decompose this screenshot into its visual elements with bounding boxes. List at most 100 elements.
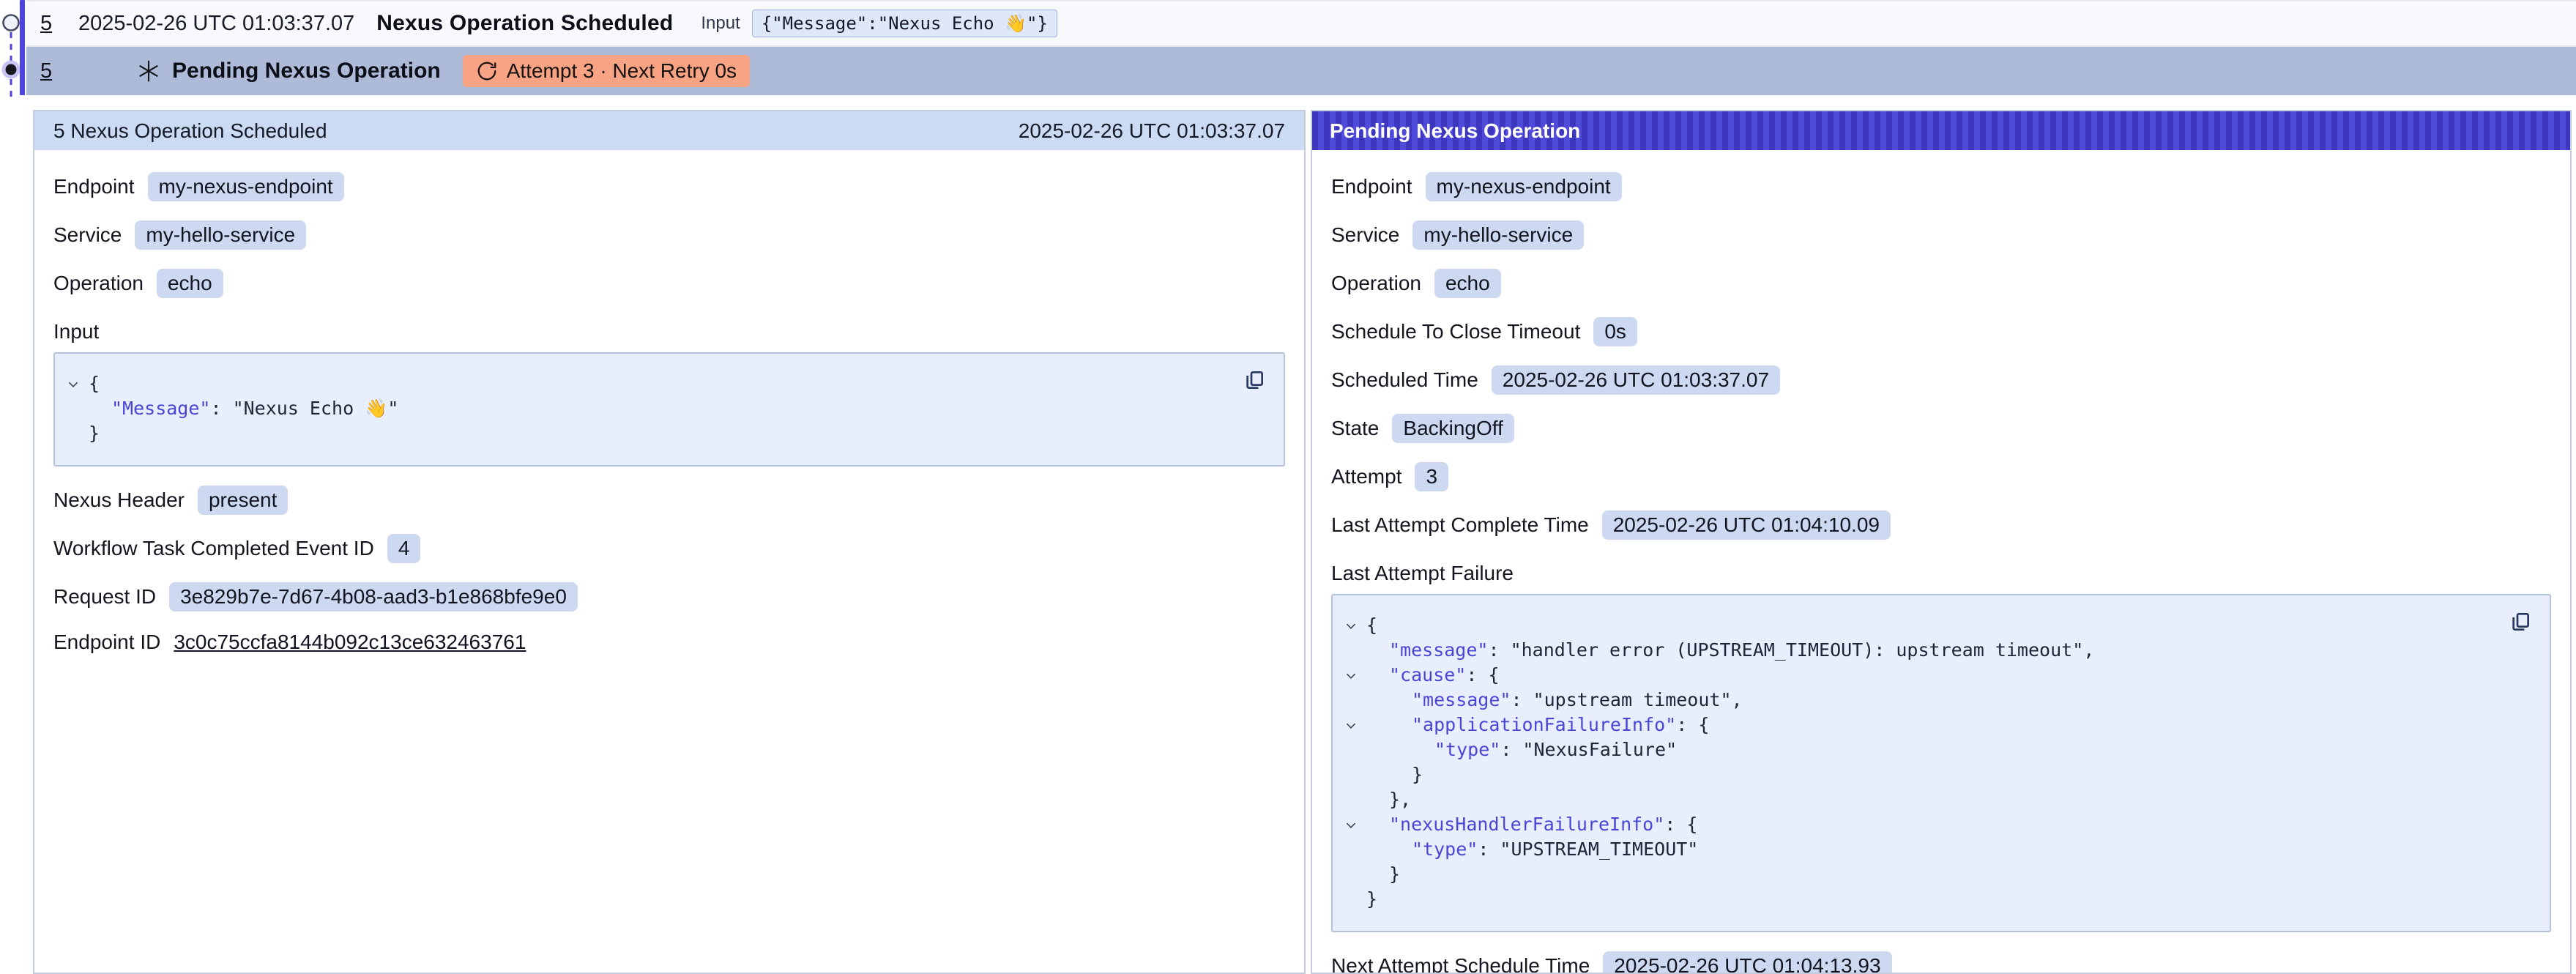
- field-value-badge: my-hello-service: [1412, 220, 1584, 250]
- event-row-pending-nexus-operation[interactable]: 5 Pending Nexus Operation Attempt 3 · Ne…: [26, 47, 2576, 95]
- event-title: Nexus Operation Scheduled: [376, 11, 673, 36]
- json-text: "UPSTREAM_TIMEOUT": [1500, 839, 1698, 860]
- json-text: {: [1366, 614, 1377, 636]
- scheduled-panel-timestamp: 2025-02-26 UTC 01:03:37.07: [1019, 119, 1285, 143]
- code-line: {: [1333, 613, 2491, 638]
- json-key: "nexusHandlerFailureInfo": [1389, 814, 1664, 835]
- field-value-badge: 0s: [1593, 317, 1637, 346]
- event-history-rows: 5 2025-02-26 UTC 01:03:37.07 Nexus Opera…: [26, 0, 2576, 95]
- field-operation: Operationecho: [1331, 269, 2551, 298]
- json-key: "applicationFailureInfo": [1412, 714, 1676, 735]
- attempt-retry-badge: Attempt 3 · Next Retry 0s: [463, 55, 750, 87]
- field-label: Next Attempt Schedule Time: [1331, 954, 1590, 974]
- json-text: }: [89, 423, 100, 444]
- field-last-attempt-complete-time: Last Attempt Complete Time2025-02-26 UTC…: [1331, 510, 2551, 540]
- copy-icon: [2509, 610, 2532, 633]
- field-service: Servicemy-hello-service: [53, 220, 1285, 250]
- pending-fields: Endpoint my-nexus-endpoint Servicemy-hello…: [1331, 172, 2551, 540]
- field-value-badge: my-nexus-endpoint: [1426, 172, 1622, 201]
- event-id-link[interactable]: 5: [40, 12, 59, 36]
- code-line: },: [1333, 787, 2491, 812]
- code-line: "message": "upstream timeout",: [1333, 688, 2491, 713]
- field-label: State: [1331, 417, 1379, 440]
- event-id-link[interactable]: 5: [40, 59, 59, 83]
- field-endpoint-id: Endpoint ID3c0c75ccfa8144b092c13ce632463…: [53, 631, 1285, 654]
- chevron-down-icon[interactable]: [1344, 819, 1358, 832]
- input-section-label: Input: [53, 320, 1285, 343]
- field-label: Nexus Header: [53, 488, 185, 512]
- pending-asterisk-icon: [135, 58, 162, 84]
- timeline-active-bar: [20, 0, 25, 95]
- timeline-graphic: [0, 0, 35, 110]
- scheduled-fields-bottom: Nexus Header present Workflow Task Complet…: [53, 486, 1285, 654]
- json-text: }: [1366, 888, 1377, 910]
- field-next-attempt-schedule-time: Next Attempt Schedule Time 2025-02-26 UTC…: [1331, 951, 2551, 974]
- copy-button[interactable]: [2506, 607, 2535, 639]
- event-input-label: Input: [701, 13, 740, 34]
- failure-json-code: {"message": "handler error (UPSTREAM_TIM…: [1333, 613, 2491, 912]
- field-label: Endpoint: [1331, 175, 1412, 198]
- json-text: : {: [1664, 814, 1697, 835]
- field-label: Operation: [1331, 272, 1421, 295]
- code-line: }: [1333, 762, 2491, 787]
- field-label: Workflow Task Completed Event ID: [53, 537, 374, 560]
- field-label: Schedule To Close Timeout: [1331, 320, 1580, 343]
- field-state: State BackingOff: [1331, 414, 2551, 443]
- timeline-start-circle-icon: [4, 15, 19, 31]
- code-line: "type": "NexusFailure": [1333, 737, 2491, 762]
- field-value-badge: my-hello-service: [135, 220, 306, 250]
- input-json-code: {"Message": "Nexus Echo 👋"}: [55, 371, 1225, 446]
- scheduled-panel-body: Endpointmy-nexus-endpoint Servicemy-hello…: [34, 150, 1304, 695]
- json-text: :: [210, 398, 232, 419]
- event-timestamp: 2025-02-26 UTC 01:03:37.07: [78, 12, 354, 36]
- chevron-down-icon[interactable]: [67, 378, 80, 391]
- pending-panel-body: Endpoint my-nexus-endpoint Servicemy-hello…: [1312, 150, 2570, 974]
- event-row-nexus-operation-scheduled[interactable]: 5 2025-02-26 UTC 01:03:37.07 Nexus Opera…: [26, 0, 2576, 47]
- code-line: {: [55, 371, 1225, 396]
- field-nexus-header: Nexus Header present: [53, 486, 1285, 515]
- json-key: "message": [1412, 689, 1511, 710]
- scheduled-panel-header: 5 Nexus Operation Scheduled 2025-02-26 U…: [34, 111, 1304, 150]
- timeline-current-dot-icon: [6, 64, 17, 75]
- field-scheduled-time: Scheduled Time2025-02-26 UTC 01:03:37.07: [1331, 365, 2551, 395]
- copy-button[interactable]: [1240, 365, 1269, 397]
- json-key: "message": [1389, 639, 1488, 661]
- field-endpoint: Endpointmy-nexus-endpoint: [53, 172, 1285, 201]
- code-line: "nexusHandlerFailureInfo": {: [1333, 812, 2491, 837]
- field-label: Request ID: [53, 585, 156, 609]
- field-label: Attempt: [1331, 465, 1401, 488]
- code-line: }: [55, 421, 1225, 446]
- field-value-badge: present: [198, 486, 288, 515]
- field-value-badge: 2025-02-26 UTC 01:04:13.93: [1603, 951, 1891, 974]
- json-text: : {: [1466, 664, 1499, 685]
- chevron-down-icon[interactable]: [1344, 719, 1358, 732]
- code-line: "type": "UPSTREAM_TIMEOUT": [1333, 837, 2491, 862]
- json-key: "Message": [111, 398, 210, 419]
- timeline-rail: [0, 0, 35, 110]
- field-value-badge: BackingOff: [1392, 414, 1514, 443]
- field-value-badge: 2025-02-26 UTC 01:04:10.09: [1602, 510, 1891, 540]
- chevron-down-icon[interactable]: [1344, 669, 1358, 683]
- field-label: Operation: [53, 272, 144, 295]
- pending-operation-panel: Pending Nexus Operation Endpoint my-nexus…: [1311, 110, 2572, 974]
- json-text: }: [1412, 764, 1423, 785]
- code-line: }: [1333, 887, 2491, 912]
- field-endpoint: Endpoint my-nexus-endpoint: [1331, 172, 2551, 201]
- field-service: Servicemy-hello-service: [1331, 220, 2551, 250]
- json-text: "Nexus Echo 👋": [233, 398, 399, 419]
- attempt-retry-text: Attempt 3 · Next Retry 0s: [507, 59, 737, 83]
- json-key: "cause": [1389, 664, 1466, 685]
- input-code-block: {"Message": "Nexus Echo 👋"}: [53, 352, 1285, 466]
- chevron-down-icon[interactable]: [1344, 620, 1358, 633]
- code-line: "message": "handler error (UPSTREAM_TIME…: [1333, 638, 2491, 663]
- field-value-badge: 3: [1415, 462, 1448, 491]
- code-line: }: [1333, 862, 2491, 887]
- json-text: : {: [1676, 714, 1709, 735]
- scheduled-fields-top: Endpointmy-nexus-endpoint Servicemy-hello…: [53, 172, 1285, 298]
- retry-icon: [476, 60, 498, 82]
- field-value-link[interactable]: 3c0c75ccfa8144b092c13ce632463761: [174, 631, 526, 654]
- json-text: "handler error (UPSTREAM_TIMEOUT): upstr…: [1511, 639, 2095, 661]
- code-line: "cause": {: [1333, 663, 2491, 688]
- pending-panel-header: Pending Nexus Operation: [1312, 111, 2570, 150]
- field-value-badge: my-nexus-endpoint: [148, 172, 344, 201]
